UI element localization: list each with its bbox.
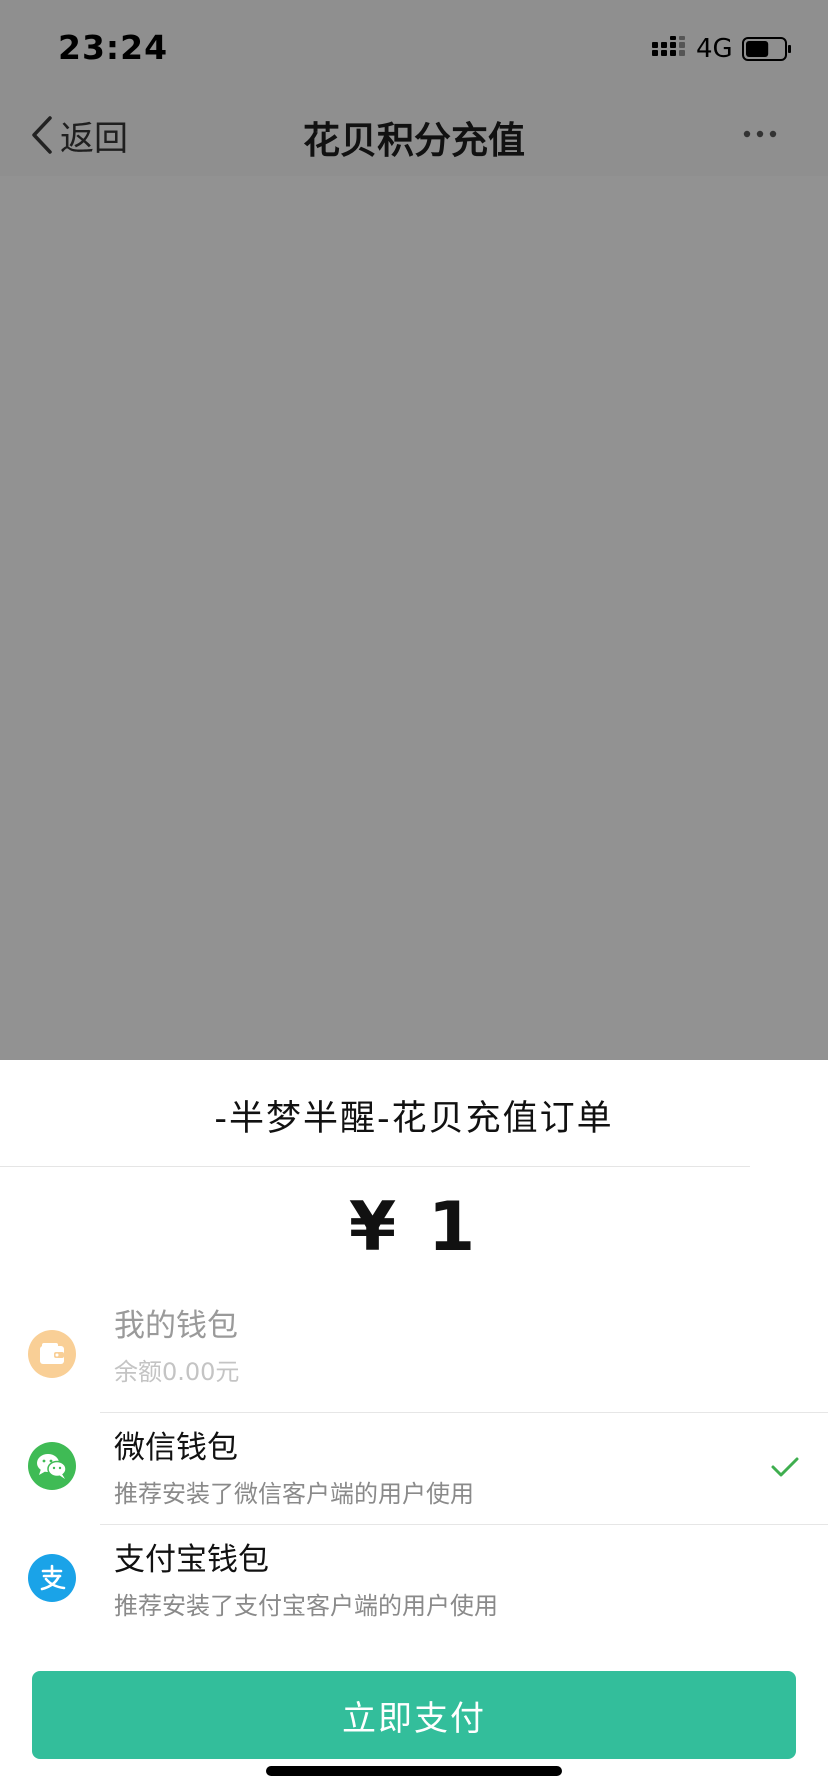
payment-option-name: 我的钱包: [114, 1308, 238, 1344]
payment-option-desc: 推荐安装了支付宝客户端的用户使用: [114, 1592, 498, 1620]
page-title: 花贝积分充值: [303, 119, 525, 162]
alipay-icon: [28, 1554, 76, 1602]
payment-option-desc: 推荐安装了微信客户端的用户使用: [114, 1480, 474, 1508]
check-icon: [771, 1457, 799, 1477]
dimmed-overlay[interactable]: [0, 176, 828, 1060]
order-title: -半梦半醒-花贝充值订单: [214, 1099, 614, 1139]
payment-option-wallet[interactable]: 我的钱包 余额0.00元: [0, 1300, 828, 1410]
order-amount: ¥ 1: [348, 1188, 480, 1267]
wallet-icon: [28, 1330, 76, 1378]
cellular-signal-icon: [652, 36, 685, 56]
home-indicator: [266, 1766, 562, 1776]
nav-bar: 返回 花贝积分充值: [0, 96, 828, 176]
status-bar: 23:24 4G: [0, 0, 828, 96]
divider: [0, 1166, 750, 1167]
more-dots-icon[interactable]: [742, 124, 778, 144]
payment-option-wechat[interactable]: 微信钱包 推荐安装了微信客户端的用户使用: [0, 1412, 828, 1522]
network-type: 4G: [696, 34, 733, 64]
wechat-icon: [28, 1442, 76, 1490]
payment-option-desc: 余额0.00元: [114, 1358, 240, 1386]
battery-icon: [742, 37, 791, 61]
status-time: 23:24: [58, 28, 169, 67]
payment-option-name: 微信钱包: [114, 1430, 238, 1466]
pay-now-button[interactable]: 立即支付: [32, 1671, 796, 1759]
payment-option-name: 支付宝钱包: [114, 1542, 269, 1578]
payment-option-alipay[interactable]: 支付宝钱包 推荐安装了支付宝客户端的用户使用: [0, 1524, 828, 1634]
